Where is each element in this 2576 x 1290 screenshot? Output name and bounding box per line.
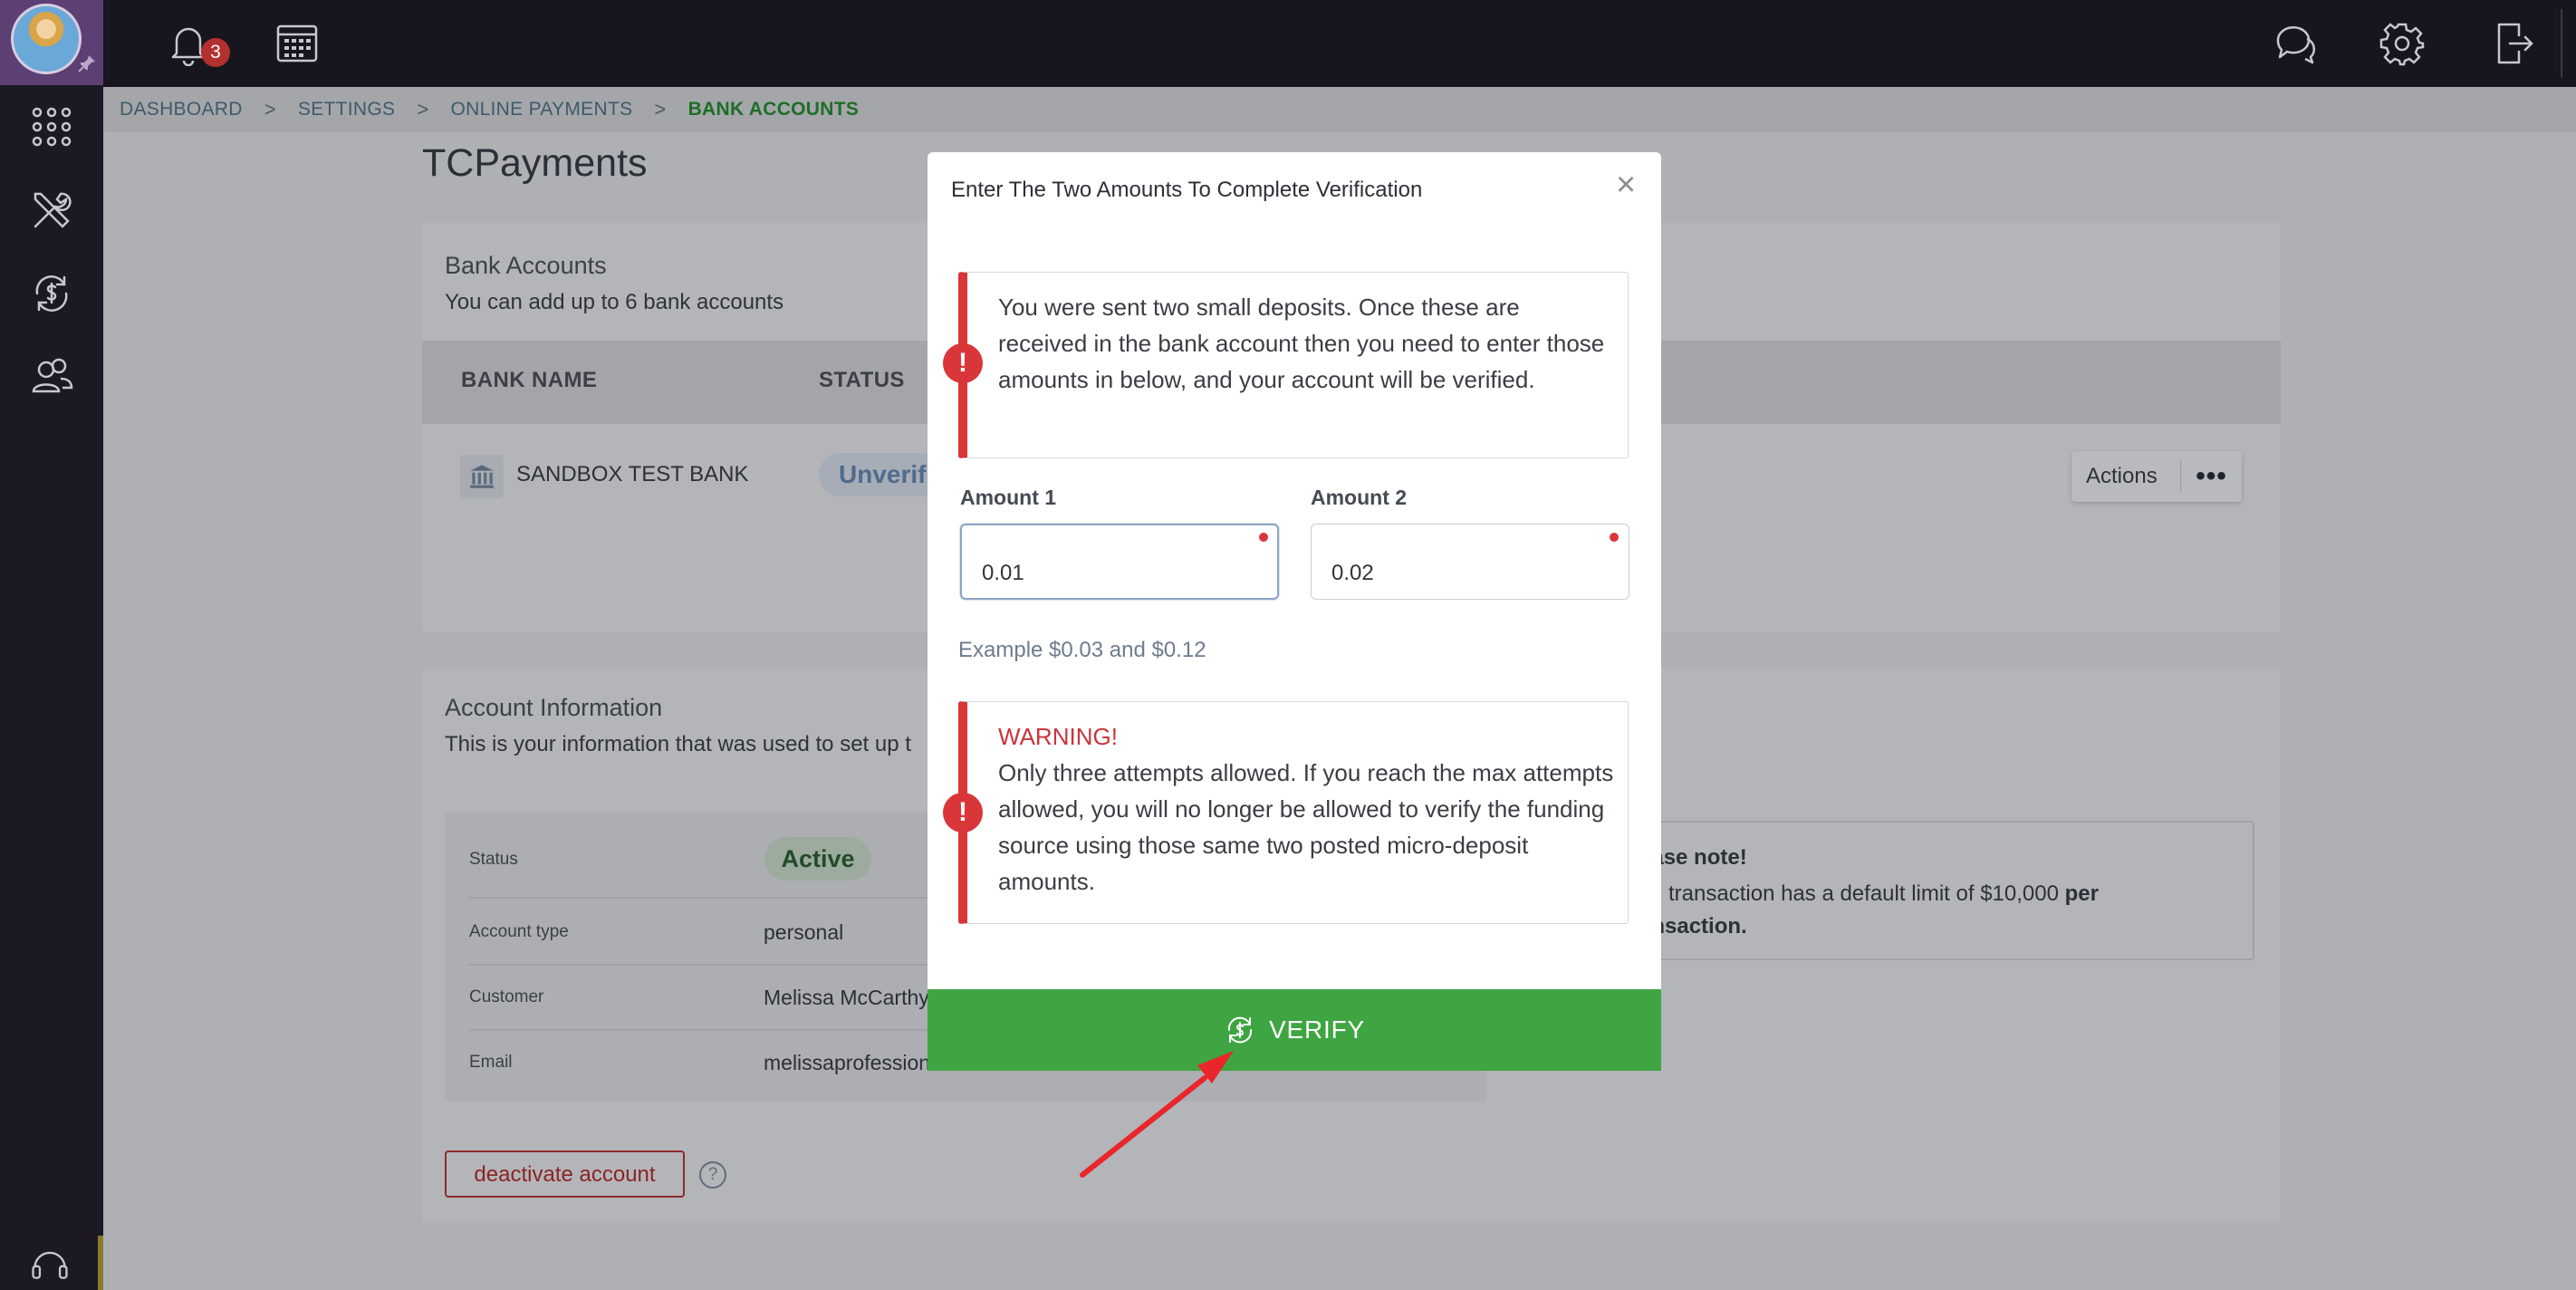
sidebar-item-tools[interactable] bbox=[0, 168, 103, 252]
notification-badge: 3 bbox=[201, 38, 230, 67]
sidebar-item-apps[interactable] bbox=[0, 85, 103, 168]
more-icon[interactable]: ••• bbox=[2181, 463, 2242, 490]
chat-button[interactable] bbox=[2268, 16, 2322, 71]
left-sidebar bbox=[0, 0, 103, 1290]
column-status: STATUS bbox=[819, 368, 905, 392]
breadcrumb-separator: > bbox=[264, 98, 276, 120]
modal-title: Enter The Two Amounts To Complete Verifi… bbox=[951, 178, 1423, 202]
info-alert: ! You were sent two small deposits. Once… bbox=[943, 272, 1629, 458]
exclamation-icon: ! bbox=[943, 793, 983, 833]
info-label: Email bbox=[469, 1053, 513, 1072]
sidebar-item-users[interactable] bbox=[0, 335, 103, 419]
verification-modal: Enter The Two Amounts To Complete Verifi… bbox=[928, 152, 1661, 1071]
actions-button[interactable]: Actions bbox=[2071, 464, 2180, 489]
gear-icon bbox=[2379, 23, 2425, 66]
settings-button[interactable] bbox=[2375, 16, 2429, 71]
warning-title: WARNING! bbox=[998, 723, 1118, 750]
logout-button[interactable] bbox=[2487, 16, 2542, 71]
users-icon bbox=[32, 358, 73, 393]
breadcrumb-separator: > bbox=[417, 98, 429, 120]
amount-example-text: Example $0.03 and $0.12 bbox=[958, 638, 1206, 662]
logout-icon bbox=[2497, 23, 2533, 64]
page-title: TCPayments bbox=[422, 141, 648, 185]
bank-name: SANDBOX TEST BANK bbox=[516, 462, 749, 486]
grid-icon bbox=[32, 107, 72, 147]
exclamation-icon: ! bbox=[943, 343, 983, 383]
required-indicator bbox=[1259, 533, 1268, 542]
breadcrumb: DASHBOARD > SETTINGS > ONLINE PAYMENTS >… bbox=[103, 87, 2576, 132]
note-text: ch transaction has a default limit of $1… bbox=[1639, 881, 2099, 939]
verify-label: VERIFY bbox=[1269, 1016, 1365, 1044]
warning-alert-text: WARNING! Only three attempts allowed. If… bbox=[998, 718, 1614, 900]
warning-alert: ! WARNING! Only three attempts allowed. … bbox=[943, 701, 1629, 924]
dollar-cycle-icon bbox=[35, 275, 68, 312]
actions-menu[interactable]: Actions ••• bbox=[2071, 451, 2242, 502]
bank-icon bbox=[460, 455, 504, 498]
sidebar-item-payments[interactable] bbox=[0, 252, 103, 335]
tools-icon bbox=[34, 192, 72, 228]
bank-accounts-title: Bank Accounts bbox=[445, 252, 607, 279]
help-icon[interactable]: ? bbox=[699, 1161, 726, 1189]
breadcrumb-dashboard[interactable]: DASHBOARD bbox=[120, 99, 243, 120]
profile-avatar-area[interactable] bbox=[0, 0, 103, 85]
account-info-subtitle: This is your information that was used t… bbox=[445, 732, 911, 756]
support-button[interactable] bbox=[0, 1236, 100, 1290]
headset-icon bbox=[32, 1251, 68, 1279]
info-label: Status bbox=[469, 850, 518, 869]
sidebar-accent-bar bbox=[98, 1236, 103, 1290]
amount2-input[interactable] bbox=[1311, 524, 1629, 600]
top-bar: 3 bbox=[103, 0, 2576, 87]
info-value: personal bbox=[764, 920, 844, 944]
verify-button[interactable]: VERIFY bbox=[928, 989, 1661, 1071]
column-bank-name: BANK NAME bbox=[461, 368, 598, 392]
amount1-input[interactable] bbox=[960, 524, 1279, 600]
amount1-label: Amount 1 bbox=[960, 486, 1057, 509]
bank-accounts-subtitle: You can add up to 6 bank accounts bbox=[445, 290, 784, 314]
close-icon[interactable]: × bbox=[1616, 165, 1636, 205]
calendar-icon bbox=[276, 24, 318, 63]
warning-body: Only three attempts allowed. If you reac… bbox=[998, 759, 1614, 895]
info-label: Customer bbox=[469, 987, 544, 1006]
breadcrumb-settings[interactable]: SETTINGS bbox=[298, 99, 395, 120]
pin-icon[interactable] bbox=[76, 53, 98, 74]
info-alert-text: You were sent two small deposits. Once t… bbox=[998, 294, 1605, 393]
account-info-title: Account Information bbox=[445, 694, 663, 721]
amount2-label: Amount 2 bbox=[1311, 486, 1408, 509]
info-label: Account type bbox=[469, 922, 569, 941]
deactivate-account-button[interactable]: deactivate account bbox=[445, 1150, 685, 1198]
required-indicator bbox=[1610, 533, 1619, 542]
topbar-divider bbox=[2561, 9, 2562, 78]
info-value: Melissa McCarthy bbox=[764, 986, 929, 1009]
verify-dollar-icon bbox=[1228, 1016, 1253, 1044]
chat-icon bbox=[2276, 25, 2316, 64]
info-value: melissaprofession bbox=[764, 1051, 931, 1074]
avatar[interactable] bbox=[11, 4, 82, 74]
transaction-limit-note: ease note! ch transaction has a default … bbox=[1569, 821, 2254, 960]
breadcrumb-separator: > bbox=[654, 98, 667, 120]
status-active-badge: Active bbox=[764, 837, 871, 881]
breadcrumb-current: BANK ACCOUNTS bbox=[687, 99, 860, 120]
calendar-button[interactable] bbox=[270, 16, 324, 71]
breadcrumb-online-payments[interactable]: ONLINE PAYMENTS bbox=[450, 99, 632, 120]
